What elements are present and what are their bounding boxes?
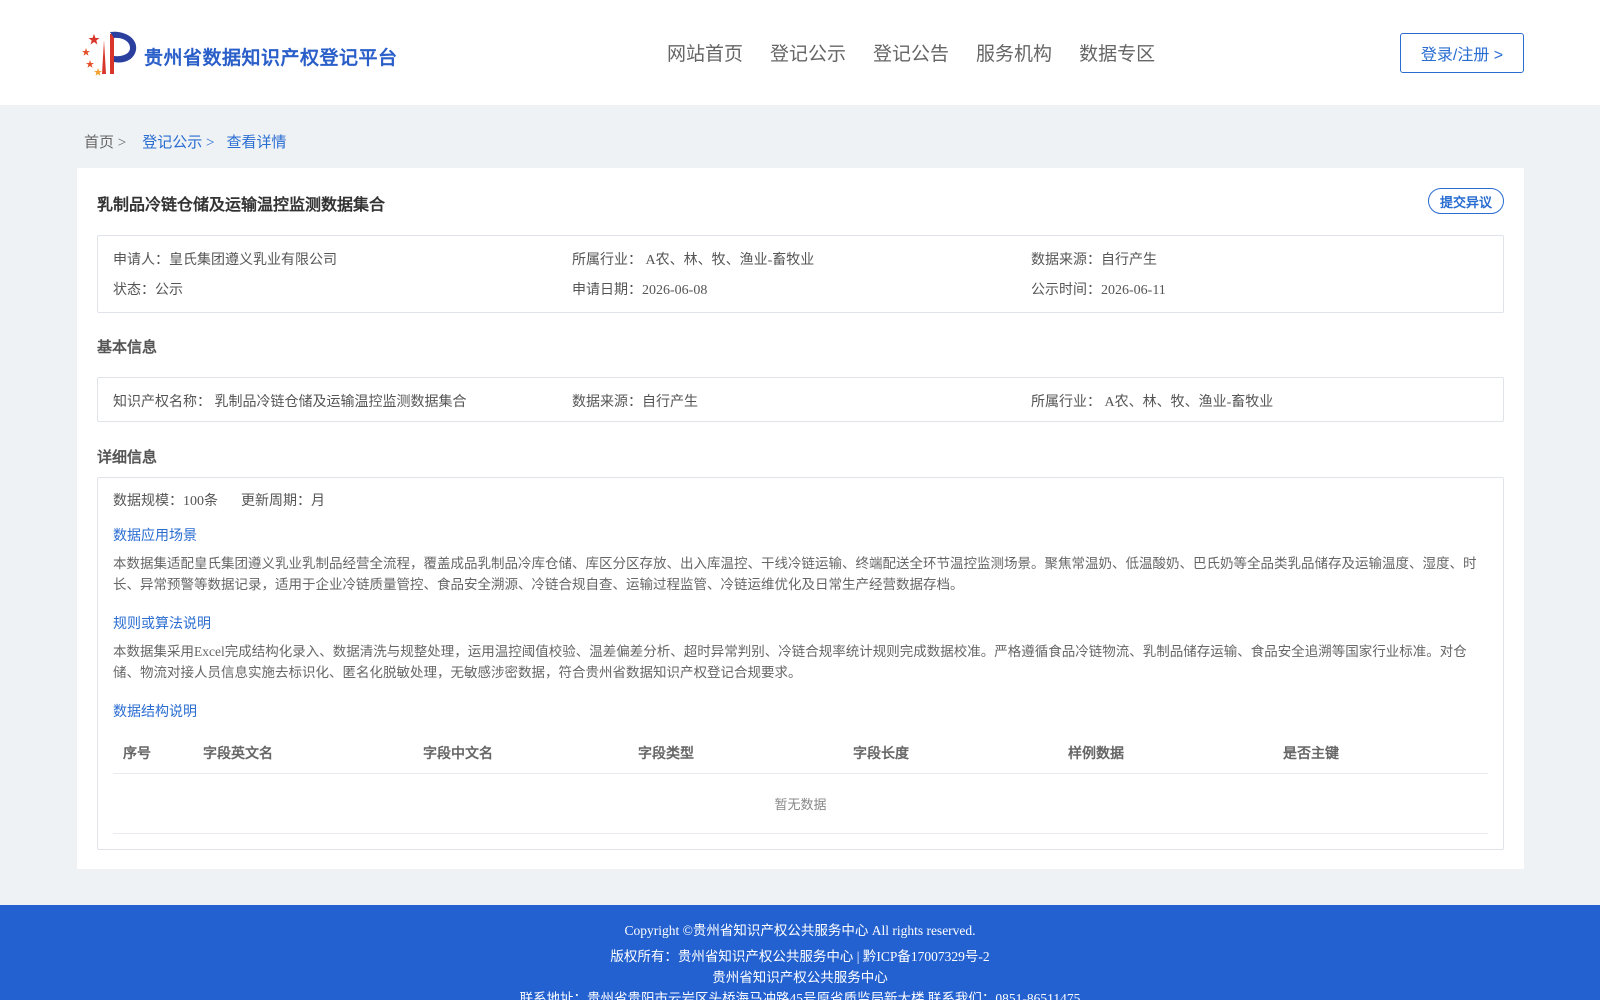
breadcrumb-home[interactable]: 首页 > (84, 131, 126, 152)
footer-copyright: Copyright ©贵州省知识产权公共服务中心 All rights rese… (624, 923, 976, 938)
publish-date-field: 公示时间：2026-06-11 (1031, 283, 1166, 298)
th-field-cn: 字段中文名 (423, 745, 493, 761)
scenario-text: 本数据集适配皇氏集团遵义乳业乳制品经营全流程，覆盖成品乳制品冷库仓储、库区分区存… (113, 556, 1477, 592)
footer-owner-icp[interactable]: 版权所有：贵州省知识产权公共服务中心 | 黔ICP备17007329号-2 (0, 945, 1600, 965)
data-source-field: 数据来源：自行产生 (1031, 253, 1157, 268)
nav-item-service-agencies[interactable]: 服务机构 (976, 39, 1052, 66)
th-field-length: 字段长度 (853, 745, 909, 761)
table-header-row: 序号 字段英文名 字段中文名 字段类型 字段长度 样例数据 是否主键 (113, 730, 1488, 774)
detail-card: 乳制品冷链仓储及运输温控监测数据集合 提交异议 申请人：皇氏集团遵义乳业有限公司… (77, 168, 1524, 869)
footer-org: 贵州省知识产权公共服务中心 (712, 970, 888, 985)
applicant-field: 申请人：皇氏集团遵义乳业有限公司 (113, 253, 337, 268)
apply-date-field: 申请日期：2026-06-08 (572, 283, 708, 298)
breadcrumb: 首页 > 登记公示 > 查看详情 (80, 131, 286, 152)
nav-item-data-zone[interactable]: 数据专区 (1079, 39, 1155, 66)
breadcrumb-current: 查看详情 (226, 135, 287, 151)
data-scale-field: 数据规模：100条 (113, 494, 218, 509)
th-sample-data: 样例数据 (1068, 745, 1124, 761)
table-empty-row: 暂无数据 (113, 774, 1488, 834)
th-index: 序号 (123, 745, 151, 761)
scenario-heading: 数据应用场景 (113, 529, 197, 544)
footer-contact: 联系地址：贵州省贵阳市云岩区头桥海马冲路45号原省质监局新大楼 联系我们：085… (519, 991, 1081, 1000)
ip-name-field: 知识产权名称： 乳制品冷链仓储及运输温控监测数据集合 (113, 395, 467, 410)
page-title: 乳制品冷链仓储及运输温控监测数据集合 (97, 197, 386, 214)
nav-item-registration-publicity[interactable]: 登记公示 (770, 39, 846, 66)
industry-field: 所属行业： A农、林、牧、渔业-畜牧业 (572, 253, 815, 268)
th-field-en: 字段英文名 (203, 745, 273, 761)
breadcrumb-list[interactable]: 登记公示 > (142, 131, 214, 152)
login-register-button[interactable]: 登录/注册 > (1400, 33, 1524, 73)
site-title: 贵州省数据知识产权登记平台 (144, 48, 398, 69)
main-nav: 网站首页 登记公示 登记公告 服务机构 数据专区 (667, 39, 1182, 66)
structure-heading: 数据结构说明 (113, 705, 197, 720)
detail-info-box: 数据规模：100条 更新周期：月 数据应用场景 本数据集适配皇氏集团遵义乳业乳制… (97, 477, 1504, 850)
rule-heading: 规则或算法说明 (113, 617, 211, 632)
nav-item-registration-notice[interactable]: 登记公告 (873, 39, 949, 66)
basic-info-heading: 基本信息 (97, 339, 158, 356)
summary-box: 申请人：皇氏集团遵义乳业有限公司 所属行业： A农、林、牧、渔业-畜牧业 数据来… (97, 235, 1504, 313)
update-cycle-field: 更新周期：月 (241, 494, 325, 509)
basic-source-field: 数据来源：自行产生 (572, 395, 698, 410)
th-field-type: 字段类型 (638, 745, 694, 761)
nav-item-home[interactable]: 网站首页 (667, 39, 743, 66)
data-structure-table: 序号 字段英文名 字段中文名 字段类型 字段长度 样例数据 是否主键 暂无数据 (113, 730, 1488, 834)
basic-industry-field: 所属行业： A农、林、牧、渔业-畜牧业 (1031, 395, 1274, 410)
th-primary-key: 是否主键 (1283, 745, 1339, 761)
detail-info-heading: 详细信息 (97, 449, 158, 466)
basic-info-box: 知识产权名称： 乳制品冷链仓储及运输温控监测数据集合 数据来源：自行产生 所属行… (97, 377, 1504, 422)
site-header: 贵州省数据知识产权登记平台 网站首页 登记公示 登记公告 服务机构 数据专区 登… (0, 0, 1600, 105)
status-field: 状态：公示 (113, 283, 183, 298)
submit-dispute-button[interactable]: 提交异议 (1428, 188, 1504, 214)
site-footer: Copyright ©贵州省知识产权公共服务中心 All rights rese… (0, 905, 1600, 1000)
rule-text: 本数据集采用Excel完成结构化录入、数据清洗与规整处理，运用温控阈值校验、温差… (113, 644, 1467, 680)
platform-logo-icon[interactable] (80, 28, 138, 78)
